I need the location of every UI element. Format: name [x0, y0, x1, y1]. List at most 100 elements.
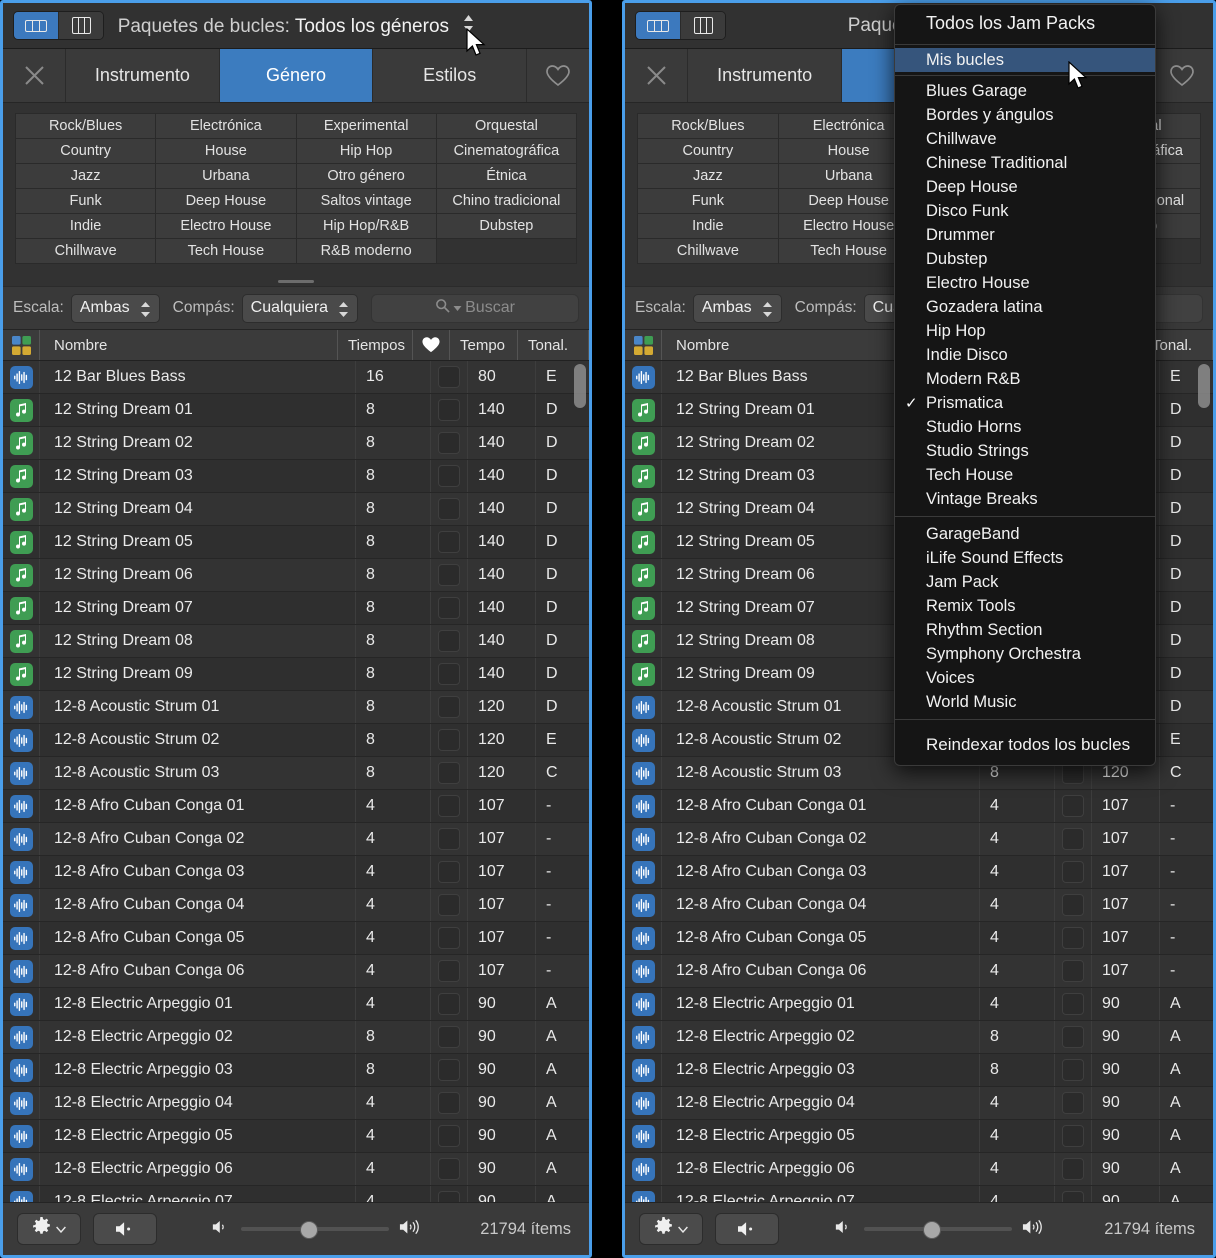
menu-item-pack[interactable]: Dubstep [895, 247, 1155, 271]
table-row[interactable]: 12 String Dream 038140D [3, 460, 589, 493]
cell-name[interactable]: 12 String Dream 04 [40, 493, 356, 525]
favorite-checkbox[interactable] [1055, 856, 1092, 888]
cell-name[interactable]: 12-8 Electric Arpeggio 02 [662, 1021, 980, 1053]
table-row[interactable]: 12 String Dream 088140D [3, 625, 589, 658]
audio-waveform-icon[interactable] [3, 856, 40, 888]
cell-name[interactable]: 12-8 Afro Cuban Conga 05 [40, 922, 356, 954]
menu-item-pack[interactable]: Disco Funk [895, 199, 1155, 223]
volume-knob[interactable] [923, 1221, 942, 1239]
midi-note-icon[interactable] [625, 559, 662, 591]
genre-cell[interactable]: Experimental [296, 114, 436, 138]
column-header-name[interactable]: Nombre [40, 330, 338, 360]
cell-name[interactable]: 12-8 Acoustic Strum 02 [40, 724, 356, 756]
genre-cell[interactable]: Jazz [638, 164, 778, 188]
columns-view-icon[interactable] [58, 12, 103, 39]
favorite-checkbox[interactable] [431, 691, 468, 723]
midi-note-icon[interactable] [625, 493, 662, 525]
table-row[interactable]: 12-8 Electric Arpeggio 02 8 90 A [3, 1021, 589, 1054]
menu-item-pack[interactable]: Chillwave [895, 127, 1155, 151]
favorite-checkbox[interactable] [1055, 1153, 1092, 1185]
table-row[interactable]: 12-8 Afro Cuban Conga 01 4 107- [3, 790, 589, 823]
menu-item-pack[interactable]: Chinese Traditional [895, 151, 1155, 175]
audio-waveform-icon[interactable] [625, 1054, 662, 1086]
audio-waveform-icon[interactable] [625, 922, 662, 954]
cell-name[interactable]: 12-8 Afro Cuban Conga 06 [662, 955, 980, 987]
favorite-checkbox[interactable] [1055, 823, 1092, 855]
menu-item-pack[interactable]: Electro House [895, 271, 1155, 295]
column-header-key[interactable]: Tonal. [518, 330, 571, 360]
volume-track[interactable] [864, 1221, 1013, 1239]
table-row[interactable]: 12-8 Afro Cuban Conga 04 4 107- [625, 889, 1213, 922]
volume-slider[interactable] [169, 1218, 468, 1241]
search-dropdown-chevron-icon[interactable] [453, 299, 462, 317]
favorite-checkbox[interactable] [431, 493, 468, 525]
menu-item-collection[interactable]: GarageBand [895, 522, 1155, 546]
midi-note-icon[interactable] [3, 526, 40, 558]
favorite-checkbox[interactable] [431, 394, 468, 426]
audio-waveform-icon[interactable] [3, 1087, 40, 1119]
table-row[interactable]: 12-8 Afro Cuban Conga 02 4 107- [3, 823, 589, 856]
cell-name[interactable]: 12-8 Electric Arpeggio 06 [40, 1153, 356, 1185]
table-row[interactable]: 12-8 Acoustic Strum 03 8 120 C [3, 757, 589, 790]
cell-name[interactable]: 12 Bar Blues Bass [40, 361, 356, 393]
midi-note-icon[interactable] [3, 460, 40, 492]
table-row[interactable]: 12-8 Acoustic Strum 028120E [3, 724, 589, 757]
favorite-checkbox[interactable] [1055, 1120, 1092, 1152]
favorite-checkbox[interactable] [431, 823, 468, 855]
cell-name[interactable]: 12-8 Electric Arpeggio 03 [662, 1054, 980, 1086]
table-row[interactable]: 12-8 Electric Arpeggio 05 4 90 A [625, 1120, 1213, 1153]
loop-row-list[interactable]: 12 Bar Blues Bass1680E12 String Dream 01… [3, 361, 589, 1252]
genre-cell[interactable]: Cinematográfica [436, 139, 576, 163]
table-row[interactable]: 12-8 Afro Cuban Conga 06 4 107- [625, 955, 1213, 988]
menu-item-pack[interactable]: Hip Hop [895, 319, 1155, 343]
table-row[interactable]: 12 Bar Blues Bass1680E [3, 361, 589, 394]
audio-waveform-icon[interactable] [625, 790, 662, 822]
menu-item-pack[interactable]: Bordes y ángulos [895, 103, 1155, 127]
favorite-checkbox[interactable] [431, 1054, 468, 1086]
audio-waveform-icon[interactable] [625, 724, 662, 756]
scale-popup-button[interactable]: Ambas [70, 293, 160, 323]
favorite-checkbox[interactable] [431, 790, 468, 822]
speaker-mute-icon[interactable] [715, 1213, 779, 1245]
table-row[interactable]: 12 String Dream 058140D [3, 526, 589, 559]
menu-item-pack[interactable]: Modern R&B [895, 367, 1155, 391]
favorite-checkbox[interactable] [431, 625, 468, 657]
cell-name[interactable]: 12-8 Afro Cuban Conga 02 [40, 823, 356, 855]
cell-name[interactable]: 12-8 Electric Arpeggio 01 [662, 988, 980, 1020]
genre-cell[interactable]: Country [16, 139, 156, 163]
favorite-checkbox[interactable] [1055, 988, 1092, 1020]
midi-note-icon[interactable] [3, 493, 40, 525]
audio-waveform-icon[interactable] [3, 1120, 40, 1152]
heart-outline-icon[interactable] [1150, 49, 1213, 102]
audio-waveform-icon[interactable] [3, 1054, 40, 1086]
cell-name[interactable]: 12-8 Electric Arpeggio 02 [40, 1021, 356, 1053]
menu-item-pack[interactable]: ✓ Prismatica [895, 391, 1155, 415]
table-row[interactable]: 12-8 Afro Cuban Conga 01 4 107- [625, 790, 1213, 823]
genre-cell[interactable]: Country [638, 139, 778, 163]
audio-waveform-icon[interactable] [3, 790, 40, 822]
color-swatch-icon[interactable] [625, 330, 662, 360]
favorite-checkbox[interactable] [431, 658, 468, 690]
favorite-checkbox[interactable] [1055, 922, 1092, 954]
table-row[interactable]: 12-8 Afro Cuban Conga 06 4 107- [3, 955, 589, 988]
table-row[interactable]: 12-8 Afro Cuban Conga 05 4 107- [625, 922, 1213, 955]
table-row[interactable]: 12-8 Electric Arpeggio 02 8 90 A [625, 1021, 1213, 1054]
cell-name[interactable]: 12 String Dream 02 [40, 427, 356, 459]
favorite-checkbox[interactable] [431, 856, 468, 888]
tab-instrumento[interactable]: Instrumento [688, 49, 843, 102]
menu-collection-group[interactable]: GarageBand iLife Sound Effects Jam Pack Rem… [895, 522, 1155, 714]
audio-waveform-icon[interactable] [625, 889, 662, 921]
cell-name[interactable]: 12-8 Electric Arpeggio 04 [662, 1087, 980, 1119]
audio-waveform-icon[interactable] [625, 757, 662, 789]
cell-name[interactable]: 12-8 Afro Cuban Conga 04 [40, 889, 356, 921]
scrollbar-thumb[interactable] [1198, 364, 1210, 408]
vertical-scrollbar[interactable] [573, 362, 587, 1250]
favorite-checkbox[interactable] [431, 922, 468, 954]
tab-estilos[interactable]: Estilos [373, 49, 528, 102]
menu-item-pack[interactable]: Studio Horns [895, 415, 1155, 439]
genre-cell[interactable]: Dubstep [436, 214, 576, 238]
menu-item-collection[interactable]: Jam Pack [895, 570, 1155, 594]
midi-note-icon[interactable] [3, 559, 40, 591]
cell-name[interactable]: 12-8 Electric Arpeggio 05 [40, 1120, 356, 1152]
midi-note-icon[interactable] [625, 427, 662, 459]
